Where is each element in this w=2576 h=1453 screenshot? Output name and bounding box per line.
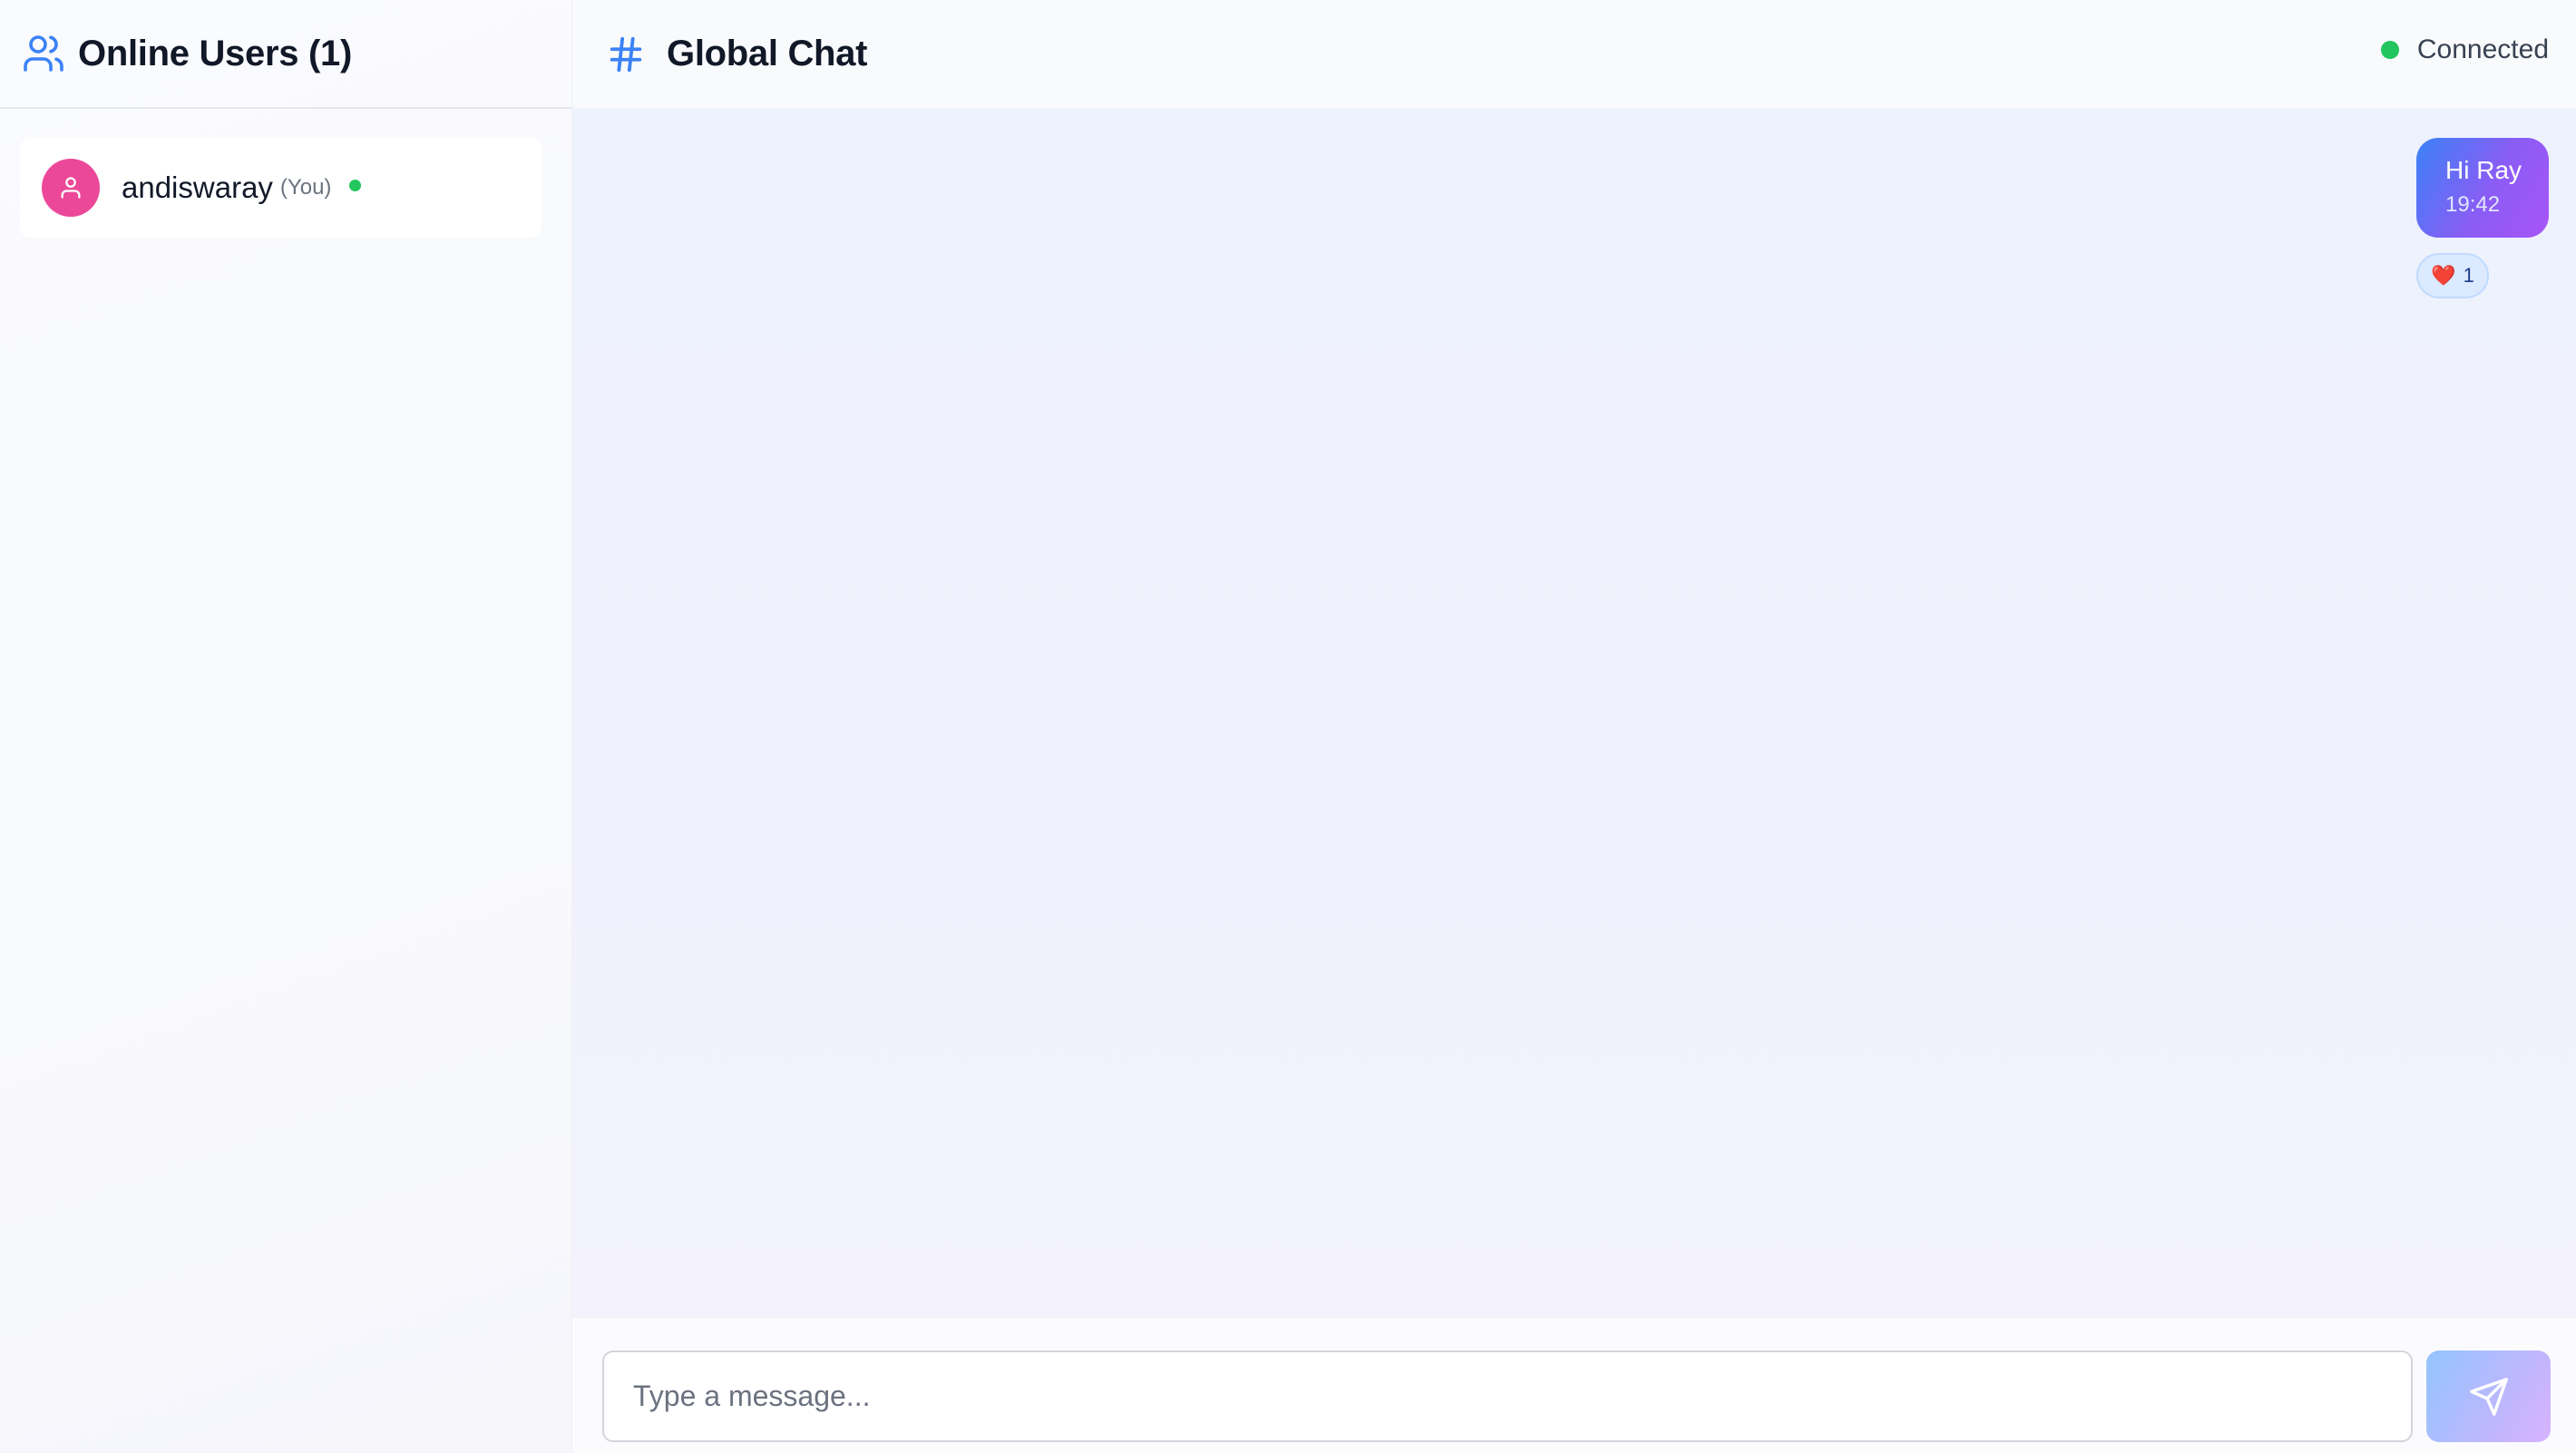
heart-icon: ❤️ — [2431, 264, 2456, 287]
message-composer — [572, 1318, 2576, 1453]
user-list-item[interactable]: andiswaray (You) — [20, 138, 542, 238]
sidebar-header: Online Users (1) — [0, 0, 571, 109]
connection-status-text: Connected — [2416, 34, 2549, 64]
reaction-badge[interactable]: ❤️ 1 — [2416, 253, 2489, 298]
message-time: 19:42 — [2445, 192, 2501, 217]
connection-status: Connected — [2380, 34, 2549, 65]
message-list[interactable]: Hi Ray 19:42 ❤️ 1 — [572, 108, 2576, 1318]
chat-header: Global Chat Connected — [572, 0, 2576, 108]
message-input[interactable] — [602, 1351, 2413, 1442]
online-users-sidebar: Online Users (1) andiswaray (You) — [0, 0, 572, 1453]
chat-app: Online Users (1) andiswaray (You) Global… — [0, 0, 2576, 1453]
message-text: Hi Ray — [2445, 156, 2522, 184]
user-list: andiswaray (You) — [0, 109, 571, 267]
reaction-count: 1 — [2463, 264, 2474, 287]
you-tag: (You) — [279, 175, 332, 200]
message-bubble[interactable]: Hi Ray 19:42 — [2416, 138, 2549, 238]
connection-status-dot — [2380, 41, 2399, 59]
user-icon — [61, 177, 81, 199]
send-button[interactable] — [2426, 1351, 2551, 1442]
users-icon — [22, 32, 65, 75]
online-status-dot — [349, 179, 362, 191]
user-name: andiswaray — [122, 171, 273, 204]
chat-title: Global Chat — [667, 34, 868, 73]
chat-main: Global Chat Connected Hi Ray 19:42 ❤️ 1 — [572, 0, 2576, 1453]
avatar — [42, 159, 100, 217]
send-icon — [2469, 1377, 2508, 1416]
sidebar-title: Online Users (1) — [78, 33, 352, 73]
hash-icon — [605, 34, 647, 75]
